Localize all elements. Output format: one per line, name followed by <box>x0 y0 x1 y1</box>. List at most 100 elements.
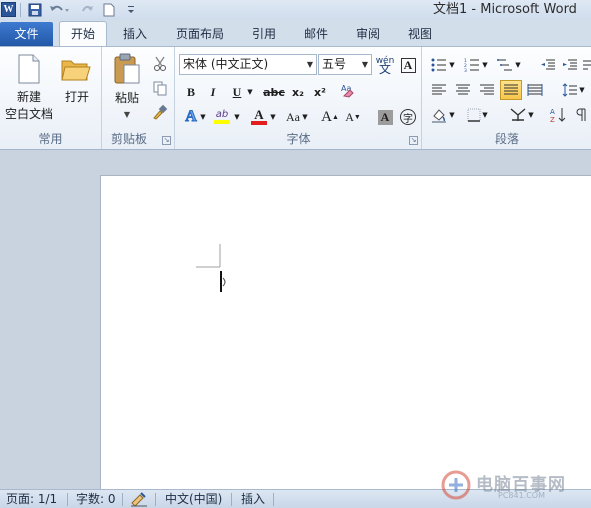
tab-review[interactable]: 审阅 <box>347 22 389 46</box>
align-right-icon[interactable] <box>476 80 498 100</box>
decrease-indent-icon[interactable] <box>537 55 559 75</box>
new-blank-label-2[interactable]: 空白文档 <box>0 106 58 122</box>
svg-text:3: 3 <box>464 68 467 72</box>
proofing-icon[interactable] <box>130 491 148 508</box>
document-area <box>0 151 591 489</box>
watermark-url: PC841.COM <box>498 491 546 500</box>
shrink-font-button[interactable]: A ▼ <box>342 107 364 127</box>
character-border-button[interactable]: A <box>397 55 419 75</box>
word-logo-icon[interactable]: W <box>1 2 16 17</box>
bold-button[interactable]: B <box>180 82 202 102</box>
phonetic-guide-button[interactable]: wén 文 <box>374 55 396 76</box>
superscript-button[interactable]: x² <box>309 82 331 102</box>
svg-text:A: A <box>550 108 555 116</box>
font-color-button[interactable]: A <box>248 107 270 127</box>
tab-view[interactable]: 视图 <box>399 22 441 46</box>
word-count[interactable]: 字数: 0 <box>76 490 116 508</box>
font-launcher-icon[interactable]: ↘ <box>409 136 418 145</box>
new-document-icon[interactable] <box>100 2 118 18</box>
font-name-value: 宋体 (中文正文) <box>183 57 269 71</box>
group-font: 宋体 (中文正文) ▼ 五号 ▼ wén 文 A B I U ▼ abc x₂ x² … <box>176 47 422 149</box>
tab-references[interactable]: 引用 <box>243 22 285 46</box>
character-shading-button[interactable]: A <box>374 107 396 127</box>
distributed-icon[interactable] <box>524 80 546 100</box>
strikethrough-button[interactable]: abc <box>261 82 287 102</box>
title-bar: W 文档1 - Microsoft Word <box>0 0 591 20</box>
shading-dropdown-icon[interactable]: ▼ <box>447 105 457 125</box>
ribbon: 新建 空白文档 打开 常用 粘贴 ▼ 剪贴板 ↘ 宋体 (中文正文) ▼ 五号 ▼ <box>0 46 591 150</box>
grow-font-button[interactable]: A ▲ <box>319 107 341 127</box>
paste-icon[interactable] <box>112 52 142 86</box>
status-separator <box>231 493 232 506</box>
show-hide-marks-icon[interactable] <box>573 105 591 125</box>
line-spacing-dropdown-icon[interactable]: ▼ <box>577 80 587 100</box>
shrink-font-glyph: A <box>345 109 354 124</box>
group-common: 新建 空白文档 打开 常用 <box>0 47 102 149</box>
group-clipboard: 粘贴 ▼ 剪贴板 ↘ <box>103 47 175 149</box>
tab-mailings[interactable]: 邮件 <box>295 22 337 46</box>
clipboard-launcher-icon[interactable]: ↘ <box>162 136 171 145</box>
font-color-bar <box>251 121 267 125</box>
tab-file[interactable]: 文件 <box>0 22 53 46</box>
tab-home[interactable]: 开始 <box>59 21 107 47</box>
align-center-icon[interactable] <box>452 80 474 100</box>
new-blank-document-icon[interactable] <box>16 53 42 85</box>
watermark-logo-icon <box>441 470 471 500</box>
cut-icon[interactable] <box>151 55 169 73</box>
highlight-color-bar <box>214 120 230 124</box>
insert-mode-indicator[interactable]: 插入 <box>241 490 265 508</box>
borders-dropdown-icon[interactable]: ▼ <box>480 105 490 125</box>
font-size-value: 五号 <box>322 57 347 71</box>
grow-font-glyph: A <box>321 108 332 125</box>
tab-insert[interactable]: 插入 <box>113 22 157 46</box>
save-icon[interactable] <box>26 2 44 18</box>
text-cursor-icon <box>196 244 226 292</box>
new-blank-label-1[interactable]: 新建 <box>0 89 58 105</box>
chevron-down-icon: ▼ <box>306 60 313 69</box>
paste-label[interactable]: 粘贴 <box>105 90 149 106</box>
highlight-glyph: ab <box>215 109 229 120</box>
numbering-dropdown-icon[interactable]: ▼ <box>480 55 490 75</box>
bullets-dropdown-icon[interactable]: ▼ <box>447 55 457 75</box>
tab-page-layout[interactable]: 页面布局 <box>168 22 232 46</box>
format-painter-icon[interactable] <box>151 103 169 121</box>
qa-separator <box>20 3 21 17</box>
font-color-glyph: A <box>254 107 264 122</box>
font-color-dropdown-icon[interactable]: ▼ <box>268 107 278 127</box>
change-case-dropdown-icon[interactable]: ▼ <box>300 107 310 127</box>
italic-button[interactable]: I <box>202 82 224 102</box>
align-left-icon[interactable] <box>428 80 450 100</box>
multilevel-dropdown-icon[interactable]: ▼ <box>513 55 523 75</box>
chinese-layout-icon[interactable] <box>581 55 591 75</box>
redo-icon[interactable] <box>78 2 96 18</box>
enclose-characters-icon: 字 <box>400 109 416 125</box>
customize-qa-icon[interactable] <box>124 2 138 18</box>
chevron-down-icon: ▼ <box>361 60 368 69</box>
enclose-characters-button[interactable]: 字 <box>397 107 419 127</box>
justify-icon[interactable] <box>500 80 522 100</box>
svg-text:Z: Z <box>550 116 555 123</box>
increase-indent-icon[interactable] <box>559 55 581 75</box>
copy-icon[interactable] <box>151 79 169 97</box>
status-separator <box>273 493 274 506</box>
language-indicator[interactable]: 中文(中国) <box>165 490 222 508</box>
document-page[interactable] <box>100 175 591 489</box>
undo-icon[interactable] <box>46 2 72 18</box>
subscript-button[interactable]: x₂ <box>287 82 309 102</box>
highlight-dropdown-icon[interactable]: ▼ <box>232 107 242 127</box>
sort-icon[interactable]: AZ <box>547 105 569 125</box>
font-size-select[interactable]: 五号 ▼ <box>318 54 372 75</box>
paste-dropdown-icon[interactable]: ▼ <box>105 107 149 123</box>
open-folder-icon[interactable] <box>60 55 92 83</box>
group-common-label: 常用 <box>38 132 63 146</box>
asian-typography-dropdown-icon[interactable]: ▼ <box>526 105 536 125</box>
group-paragraph: ▼ 123 ▼ ▼ ▼ ▼ ▼ ▼ A Z 段落 <box>423 47 591 149</box>
highlight-button[interactable]: ab <box>211 107 233 127</box>
character-border-icon: A <box>400 57 416 73</box>
open-label[interactable]: 打开 <box>58 89 96 105</box>
clear-formatting-icon[interactable]: Aa <box>338 80 360 100</box>
text-effects-dropdown-icon[interactable]: ▼ <box>198 107 208 127</box>
page-count[interactable]: 页面: 1/1 <box>6 490 57 508</box>
underline-dropdown-icon[interactable]: ▼ <box>244 82 256 102</box>
font-name-select[interactable]: 宋体 (中文正文) ▼ <box>179 54 317 75</box>
